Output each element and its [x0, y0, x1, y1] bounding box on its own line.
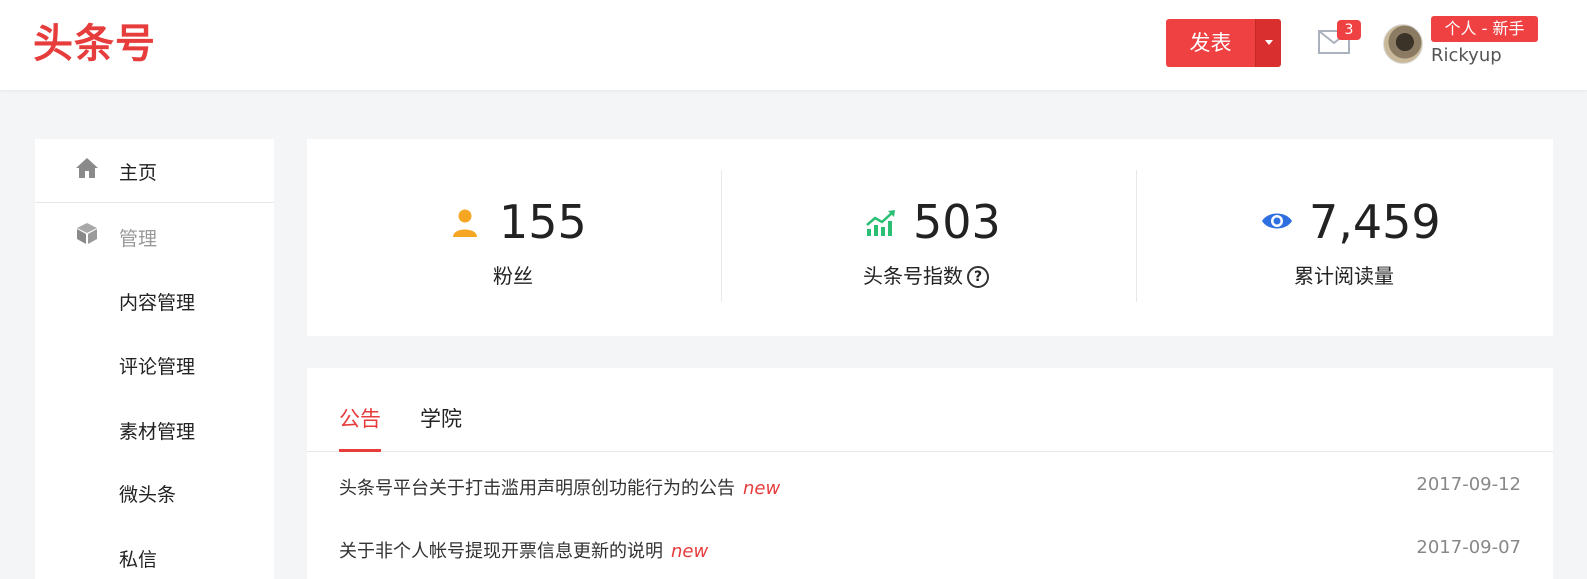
- notice-title: 头条号平台关于打击滥用声明原创功能行为的公告: [339, 478, 735, 499]
- stat-label: 累计阅读量: [1294, 264, 1394, 288]
- publish-button[interactable]: 发表: [1166, 19, 1255, 67]
- publish-dropdown-button[interactable]: [1255, 19, 1281, 67]
- notice-date: 2017-09-07: [1416, 537, 1521, 558]
- sidebar-item-home[interactable]: 主页: [35, 139, 274, 203]
- tab-announcements[interactable]: 公告: [339, 403, 381, 433]
- help-icon[interactable]: ?: [967, 266, 989, 288]
- top-header: 头条号 发表 3 个人 - 新手 Rickyup: [0, 0, 1587, 90]
- sidebar-group-manage: 管理: [35, 203, 274, 269]
- trend-up-icon: [866, 210, 895, 236]
- user-level-badge: 个人 - 新手: [1431, 16, 1538, 42]
- stat-index: 503 头条号指数?: [722, 139, 1137, 336]
- notice-title-wrap: 头条号平台关于打击滥用声明原创功能行为的公告 new: [339, 474, 780, 500]
- stat-value: 7,459: [1309, 195, 1441, 249]
- home-icon: [76, 158, 98, 178]
- sidebar: 主页 管理 内容管理 评论管理 素材管理 微头条 私信: [35, 139, 274, 579]
- sidebar-item-content[interactable]: 内容管理: [119, 288, 195, 315]
- notice-title-wrap: 关于非个人帐号提现开票信息更新的说明 new: [339, 537, 708, 563]
- stat-fans: 155 粉丝: [307, 139, 722, 336]
- logo[interactable]: 头条号: [33, 16, 156, 72]
- notice-card: 公告 学院 头条号平台关于打击滥用声明原创功能行为的公告 new 2017-09-…: [307, 368, 1553, 579]
- notice-date: 2017-09-12: [1416, 474, 1521, 495]
- sidebar-group-label: 管理: [119, 228, 158, 250]
- sidebar-item-comments[interactable]: 评论管理: [119, 352, 195, 379]
- user-icon: [453, 209, 477, 237]
- stat-label: 头条号指数: [863, 264, 963, 288]
- stat-value: 503: [913, 195, 1001, 249]
- list-item[interactable]: 头条号平台关于打击滥用声明原创功能行为的公告 new 2017-09-12: [339, 474, 1521, 504]
- sidebar-item-label: 主页: [119, 162, 158, 184]
- sidebar-item-micro-posts[interactable]: 微头条: [119, 480, 176, 507]
- sidebar-item-materials[interactable]: 素材管理: [119, 417, 195, 444]
- stats-card: 155 粉丝 503 头条号指数? 7,459 累计阅读量: [307, 139, 1553, 336]
- sidebar-item-messages[interactable]: 私信: [119, 545, 157, 572]
- new-badge: new: [743, 478, 781, 499]
- stat-label: 粉丝: [493, 264, 533, 288]
- stat-value: 155: [499, 195, 587, 249]
- stat-reads: 7,459 累计阅读量: [1137, 139, 1552, 336]
- list-item[interactable]: 关于非个人帐号提现开票信息更新的说明 new 2017-09-07: [339, 537, 1521, 567]
- mail-badge: 3: [1337, 20, 1361, 40]
- username[interactable]: Rickyup: [1431, 45, 1502, 66]
- eye-icon: [1262, 213, 1292, 229]
- new-badge: new: [671, 541, 709, 562]
- notice-tabs: 公告 学院: [307, 368, 1553, 452]
- active-tab-underline: [339, 449, 381, 452]
- tab-academy[interactable]: 学院: [420, 403, 462, 433]
- publish-button-group: 发表: [1166, 19, 1281, 67]
- stat-label-wrap: 头条号指数?: [863, 260, 989, 289]
- notice-title: 关于非个人帐号提现开票信息更新的说明: [339, 541, 663, 562]
- cube-icon: [77, 223, 97, 244]
- avatar[interactable]: [1383, 24, 1423, 64]
